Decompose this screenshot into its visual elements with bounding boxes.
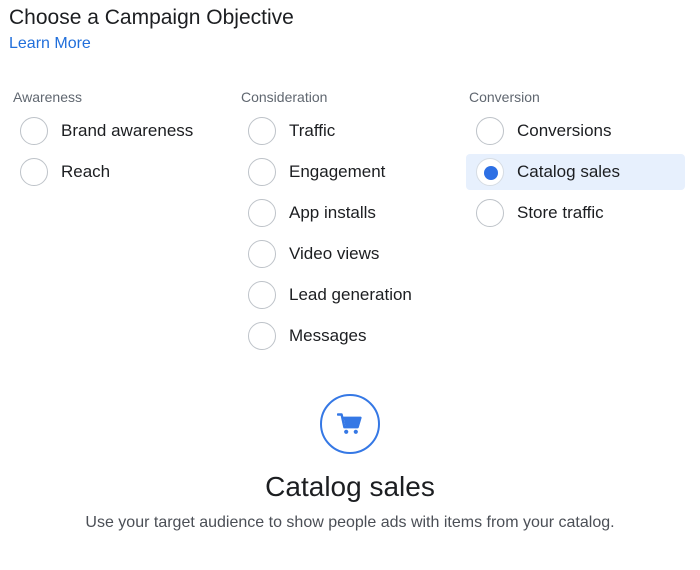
shopping-cart-icon: [320, 394, 380, 454]
option-label: Lead generation: [289, 285, 412, 304]
column-heading: Consideration: [241, 89, 328, 105]
option-label: App installs: [289, 203, 376, 222]
option-label: Traffic: [289, 121, 336, 140]
objective-option-reach[interactable]: Reach: [10, 154, 229, 190]
radio-button-selected[interactable]: [476, 158, 504, 186]
option-label: Reach: [61, 162, 111, 181]
radio-button[interactable]: [248, 158, 276, 186]
column-heading: Conversion: [469, 89, 540, 105]
option-label: Catalog sales: [517, 162, 621, 181]
objective-column-awareness: Awareness Brand awareness Reach: [13, 88, 235, 186]
shopping-cart-icon-graphic: [337, 413, 362, 434]
selected-objective-title: Catalog sales: [265, 471, 435, 502]
radio-button[interactable]: [248, 240, 276, 268]
radio-button[interactable]: [248, 117, 276, 145]
objective-option-catalog-sales[interactable]: Catalog sales: [466, 154, 685, 190]
radio-button[interactable]: [248, 322, 276, 350]
column-heading: Awareness: [13, 89, 83, 105]
objective-option-lead-generation[interactable]: Lead generation: [238, 277, 457, 313]
option-label: Brand awareness: [61, 121, 194, 140]
option-label: Engagement: [289, 162, 386, 181]
option-label: Conversions: [517, 121, 612, 140]
selected-objective-description: Use your target audience to show people …: [85, 514, 615, 531]
radio-button[interactable]: [248, 281, 276, 309]
radio-button[interactable]: [248, 199, 276, 227]
learn-more-link[interactable]: Learn More: [9, 35, 91, 53]
radio-dot: [484, 166, 498, 180]
radio-button[interactable]: [476, 117, 504, 145]
objective-option-app-installs[interactable]: App installs: [238, 195, 457, 231]
option-label: Video views: [289, 244, 380, 263]
objective-option-traffic[interactable]: Traffic: [238, 113, 457, 149]
objective-column-consideration: Consideration Traffic Engagement App ins…: [241, 88, 463, 350]
radio-button[interactable]: [20, 158, 48, 186]
option-label: Messages: [289, 326, 367, 345]
objective-option-engagement[interactable]: Engagement: [238, 154, 457, 190]
radio-button[interactable]: [476, 199, 504, 227]
radio-button[interactable]: [20, 117, 48, 145]
objective-option-conversions[interactable]: Conversions: [466, 113, 685, 149]
page-title: Choose a Campaign Objective: [9, 6, 294, 29]
objective-option-messages[interactable]: Messages: [238, 318, 457, 354]
objective-option-store-traffic[interactable]: Store traffic: [466, 195, 685, 231]
objective-column-conversion: Conversion Conversions Catalog sales Sto…: [466, 88, 691, 227]
option-label: Store traffic: [517, 203, 604, 222]
objective-option-video-views[interactable]: Video views: [238, 236, 457, 272]
objective-option-brand-awareness[interactable]: Brand awareness: [10, 113, 229, 149]
